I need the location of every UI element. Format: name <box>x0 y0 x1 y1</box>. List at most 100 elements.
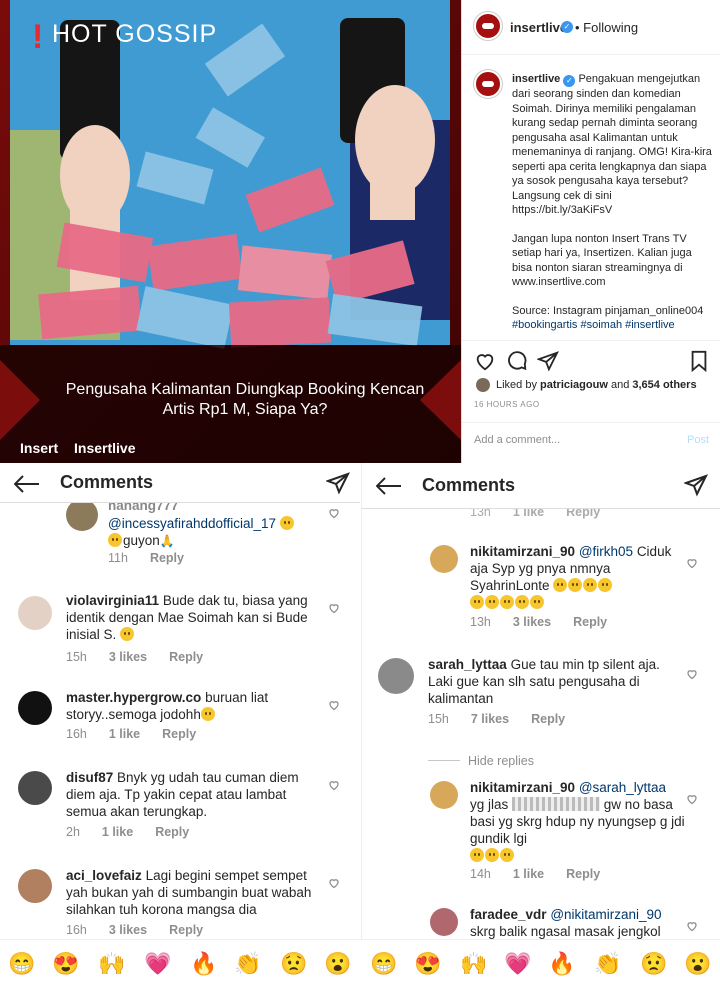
comment-username[interactable]: sarah_lyttaa <box>428 657 507 672</box>
reply-button[interactable]: Reply <box>169 650 203 664</box>
back-arrow-icon[interactable] <box>14 475 40 493</box>
likes-count[interactable]: 1 like <box>102 825 133 839</box>
avatar[interactable] <box>474 12 502 40</box>
comment-icon[interactable] <box>506 350 528 372</box>
caption-text: Pengakuan mengejutkan dari seorang sinde… <box>512 73 712 216</box>
like-icon[interactable] <box>686 793 698 805</box>
comment-username[interactable]: nikitamirzani_90 <box>470 544 575 559</box>
raised-hands-emoji-icon[interactable]: 🙌 <box>98 950 126 978</box>
likes-count[interactable]: 3 likes <box>513 615 551 629</box>
raised-hands-emoji-icon[interactable]: 🙌 <box>460 950 488 978</box>
emoji-icon <box>470 848 484 862</box>
caption-username[interactable]: insertlive <box>512 73 560 85</box>
like-icon[interactable] <box>328 507 340 519</box>
reply-button[interactable]: Reply <box>155 825 189 839</box>
insertlive-logo: Insertlive <box>74 440 136 456</box>
following-status[interactable]: • Following <box>575 20 638 35</box>
verified-icon: ✓ <box>563 75 576 87</box>
comment-time: 13h <box>470 615 491 629</box>
reply-button[interactable]: Reply <box>566 867 600 881</box>
comment-username[interactable]: master.hypergrow.co <box>66 690 201 705</box>
share-icon[interactable] <box>537 350 559 372</box>
avatar[interactable] <box>66 499 98 531</box>
heart-eyes-emoji-icon[interactable]: 😍 <box>414 950 442 978</box>
emoji-icon <box>485 595 499 609</box>
like-icon[interactable] <box>686 668 698 680</box>
hide-replies-label: Hide replies <box>468 754 535 768</box>
comment-body: yg jlas <box>470 797 509 812</box>
avatar[interactable] <box>430 781 458 809</box>
avatar[interactable] <box>18 691 52 725</box>
share-icon[interactable] <box>684 473 708 497</box>
avatar[interactable] <box>378 658 414 694</box>
comment-text: nikitamirzani_90 @sarah_lyttaa yg jlas gw… <box>470 779 685 864</box>
divider <box>428 760 460 762</box>
likes-count[interactable]: 1 like <box>513 867 544 881</box>
reply-button[interactable]: Reply <box>531 712 565 726</box>
mention-link[interactable]: @incessyafirahddofficial_17 <box>108 516 276 531</box>
bookmark-icon[interactable] <box>689 350 709 372</box>
avatar[interactable] <box>430 908 458 936</box>
blurred-text <box>512 797 601 811</box>
comment-text: violavirginia11 Bude dak tu, biasa yang … <box>66 592 321 643</box>
clap-emoji-icon[interactable]: 👏 <box>234 950 262 978</box>
surprised-emoji-icon[interactable]: 😮 <box>684 950 712 978</box>
grin-emoji-icon[interactable]: 😁 <box>370 950 398 978</box>
caption-hashtags[interactable]: #bookingartis #soimah #insertlive <box>512 318 712 333</box>
comment-username[interactable]: violavirginia11 <box>66 593 159 608</box>
likes-count[interactable]: 3 likes <box>109 923 147 937</box>
post-username[interactable]: insertlive <box>510 20 567 35</box>
sad-emoji-icon[interactable]: 😟 <box>640 950 668 978</box>
grin-emoji-icon[interactable]: 😁 <box>8 950 36 978</box>
emoji-icon <box>568 578 583 592</box>
like-icon[interactable] <box>328 602 340 614</box>
fire-emoji-icon[interactable]: 🔥 <box>548 950 576 978</box>
add-comment-input[interactable]: Add a comment... <box>474 434 560 446</box>
like-icon[interactable] <box>686 920 698 932</box>
divider <box>462 422 720 423</box>
avatar[interactable] <box>474 70 502 98</box>
back-arrow-icon[interactable] <box>376 477 402 495</box>
post-comment-button[interactable]: Post <box>687 434 709 446</box>
heart-eyes-emoji-icon[interactable]: 😍 <box>52 950 80 978</box>
like-icon[interactable] <box>328 699 340 711</box>
comment-username[interactable]: nikitamirzani_90 <box>470 780 575 795</box>
like-icon[interactable] <box>474 350 496 372</box>
likes-count[interactable]: 1 like <box>109 727 140 741</box>
avatar[interactable] <box>430 545 458 573</box>
reply-button[interactable]: Reply <box>573 615 607 629</box>
reply-button[interactable]: Reply <box>162 727 196 741</box>
comment-text: @incessyafirahddofficial_17 guyon🙏 <box>108 515 338 550</box>
likes-count[interactable]: 3 likes <box>109 650 147 664</box>
heart-emoji-icon[interactable]: 💗 <box>504 950 532 978</box>
instagram-post-panel: insertlive ✓ • Following insertlive ✓ Pe… <box>461 0 720 463</box>
like-icon[interactable] <box>328 877 340 889</box>
clap-emoji-icon[interactable]: 👏 <box>594 950 622 978</box>
comment-username[interactable]: disuf87 <box>66 770 113 785</box>
reply-button[interactable]: Reply <box>150 551 184 565</box>
avatar[interactable] <box>18 596 52 630</box>
hot-gossip-badge: HOT GOSSIP <box>52 20 218 48</box>
fire-emoji-icon[interactable]: 🔥 <box>190 950 218 978</box>
avatar[interactable] <box>18 771 52 805</box>
like-icon[interactable] <box>328 779 340 791</box>
mention-link[interactable]: @nikitamirzani_90 <box>550 907 661 922</box>
sad-emoji-icon[interactable]: 😟 <box>280 950 308 978</box>
like-icon[interactable] <box>686 557 698 569</box>
liked-by-user[interactable]: patriciagouw <box>540 379 608 391</box>
mention-link[interactable]: @sarah_lyttaa <box>579 780 666 795</box>
likes-count[interactable]: 7 likes <box>471 712 509 726</box>
comment-text: nikitamirzani_90 @firkh05 Ciduk aja Syp … <box>470 543 685 611</box>
emoji-icon <box>470 595 484 609</box>
share-icon[interactable] <box>326 471 350 495</box>
comment-username[interactable]: faradee_vdr <box>470 907 547 922</box>
comment-time: 11h <box>108 551 128 565</box>
avatar[interactable] <box>18 869 52 903</box>
surprised-emoji-icon[interactable]: 😮 <box>324 950 352 978</box>
heart-emoji-icon[interactable]: 💗 <box>144 950 172 978</box>
hide-replies-button[interactable]: Hide replies <box>428 752 534 770</box>
likes-count[interactable]: 3,654 others <box>632 379 696 391</box>
comment-username[interactable]: aci_lovefaiz <box>66 868 142 883</box>
mention-link[interactable]: @firkh05 <box>579 544 633 559</box>
reply-button[interactable]: Reply <box>169 923 203 937</box>
